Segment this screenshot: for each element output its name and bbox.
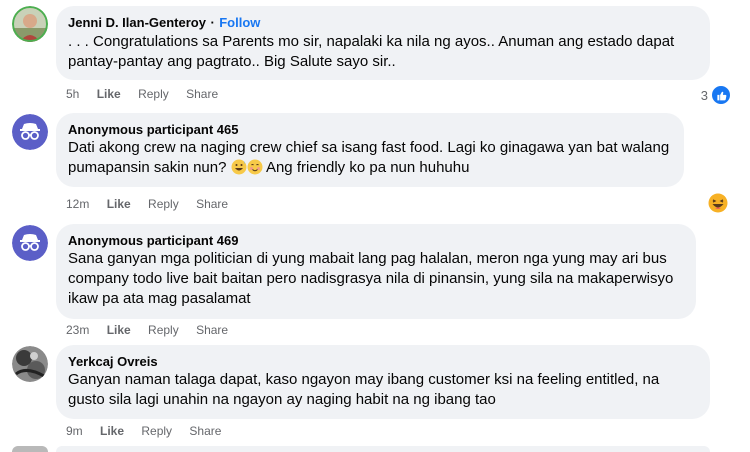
comment-bubble: Anonymous participant 465 Dati akong cre… [56,113,684,187]
share-button[interactable]: Share [196,323,228,337]
avatar[interactable] [12,6,48,42]
comment-bubble: Anonymous participant 469 Sana ganyan mg… [56,224,696,319]
comment-text-part: Ang friendly ko pa nun huhuhu [262,159,470,176]
like-button[interactable]: Like [107,197,131,211]
avatar[interactable] [12,114,48,150]
comment-text: Sana ganyan mga politician di yung mabai… [68,250,674,307]
comment-author[interactable]: Yerkcaj Ovreis [68,353,698,370]
reply-button[interactable]: Reply [148,323,179,337]
comment-text: . . . Congratulations sa Parents mo sir,… [68,33,675,70]
like-button[interactable]: Like [107,323,131,337]
comment-actions: 23m Like Reply Share [66,322,242,338]
reply-button[interactable]: Reply [138,87,169,101]
comment-text: Ganyan naman talaga dapat, kaso ngayon m… [68,371,660,408]
comment-time[interactable]: 12m [66,197,89,211]
comment-bubble: Yerkcaj Ovreis Ganyan naman talaga dapat… [56,345,710,419]
comment-author[interactable]: Jenni D. Ilan-Genteroy [68,15,206,30]
comment-actions: 5h Like Reply Share [66,86,232,102]
comment-author[interactable]: Anonymous participant 469 [68,232,684,249]
follow-button[interactable]: Follow [219,15,260,30]
comment-actions: 12m Like Reply Share [66,196,242,212]
comment-time[interactable]: 5h [66,87,79,101]
comment-actions: 9m Like Reply Share [66,423,235,439]
like-button[interactable]: Like [97,87,121,101]
like-icon [710,84,732,106]
reply-button[interactable]: Reply [148,197,179,211]
like-button[interactable]: Like [100,424,124,438]
haha-icon[interactable] [708,193,728,213]
reply-button[interactable]: Reply [141,424,172,438]
share-button[interactable]: Share [196,197,228,211]
comment-time[interactable]: 23m [66,323,89,337]
reaction-count-value: 3 [700,87,708,103]
reaction-count[interactable]: 3 [701,84,732,106]
share-button[interactable]: Share [186,87,218,101]
avatar[interactable] [12,225,48,261]
comment-text: Dati akong crew na naging crew chief sa … [68,138,672,178]
avatar[interactable] [12,446,48,452]
comment-bubble [56,446,710,452]
comment-bubble: Jenni D. Ilan-Genteroy · Follow . . . Co… [56,6,710,80]
avatar[interactable] [12,346,48,382]
separator: · [210,15,215,30]
grin-sweat-emoji-icon [231,159,247,175]
comment-author[interactable]: Anonymous participant 465 [68,121,672,138]
comment-time[interactable]: 9m [66,424,83,438]
blush-emoji-icon [247,159,263,175]
share-button[interactable]: Share [189,424,221,438]
